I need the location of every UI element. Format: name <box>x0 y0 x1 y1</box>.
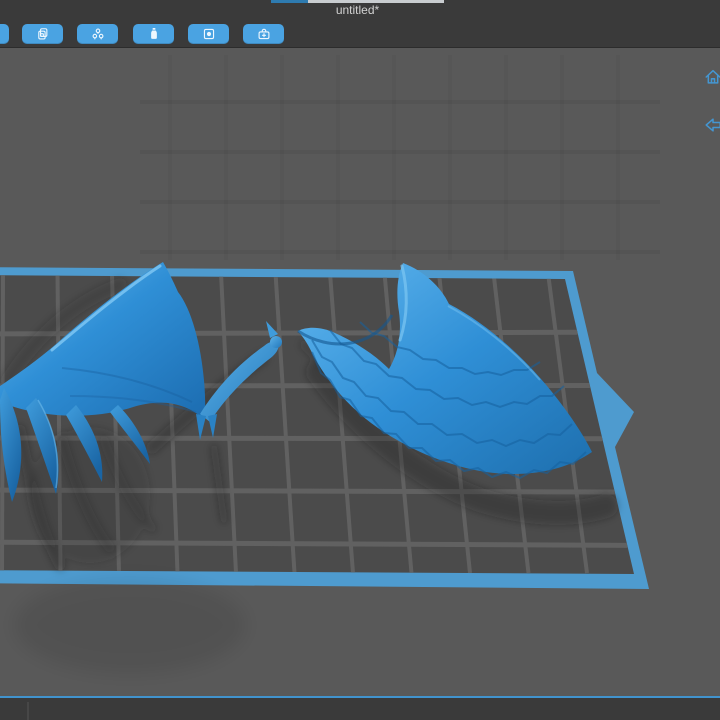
home-icon <box>705 69 720 84</box>
copy-icon <box>37 28 47 40</box>
frame-dot-icon <box>203 28 214 40</box>
bottombar-tick <box>27 702 29 720</box>
background-faint-grid <box>140 55 660 260</box>
flip-arrow-icon <box>705 118 720 132</box>
floor-shadow <box>15 577 245 673</box>
toolbar-button-plate[interactable] <box>188 24 229 44</box>
top-bar: untitled* <box>0 0 720 48</box>
toolbar-button-resin[interactable] <box>133 24 174 44</box>
home-view-button[interactable] <box>704 68 720 86</box>
toolbar-button-clipped[interactable] <box>0 24 9 44</box>
toolbar-button-parts[interactable] <box>77 24 118 44</box>
application-window: untitled* <box>0 0 720 720</box>
triple-circle-icon <box>92 28 103 40</box>
toolbar-button-copy[interactable] <box>22 24 63 44</box>
viewport-3d[interactable] <box>0 0 720 720</box>
bottom-bar <box>0 696 720 720</box>
toolbar-button-kit[interactable] <box>243 24 284 44</box>
document-tab[interactable]: untitled* <box>271 0 444 17</box>
tab-title: untitled* <box>335 3 380 17</box>
main-toolbar <box>0 24 720 44</box>
flip-view-button[interactable] <box>704 116 720 134</box>
resin-bottle-icon <box>150 28 157 39</box>
toolbox-icon <box>258 28 269 40</box>
